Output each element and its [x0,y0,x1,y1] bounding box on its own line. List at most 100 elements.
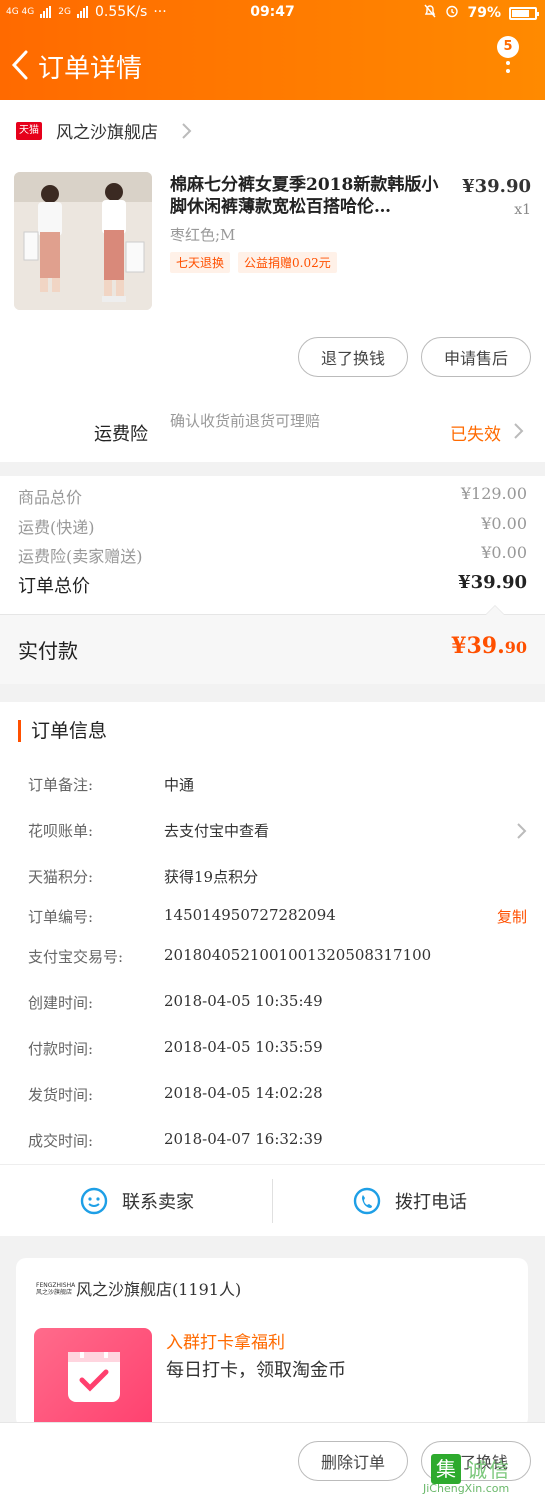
tag-seven-day-return: 七天退换 [170,252,231,273]
price-row: 运费险(卖家赠送) ¥0.00 [18,543,527,567]
price-row-label: 运费险(卖家赠送) [18,547,143,566]
info-key: 订单备注: [28,776,94,794]
more-dots-icon [506,61,510,77]
back-button[interactable] [8,48,36,84]
phone-icon [353,1187,381,1215]
watermark-logo: 集 [431,1454,461,1484]
shop-group-card[interactable]: FENGZHISHA 风之沙旗舰店 风之沙旗舰店(1191人) 入群打卡拿福利 … [16,1258,528,1438]
product-card: 棉麻七分裤女夏季2018新款韩版小脚休闲裤薄款宽松百搭哈伦… ¥39.90 x1… [0,160,545,400]
product-sku: 枣红色;M [170,226,236,244]
tag-charity: 公益捐赠0.02元 [238,252,337,273]
chat-face-icon [80,1187,108,1215]
info-value: 2018-04-05 14:02:28 [164,1084,323,1102]
contact-bar: 联系卖家 拨打电话 [0,1164,545,1236]
group-promo-desc: 每日打卡，领取淘金币 [166,1360,346,1381]
info-key: 发货时间: [28,1086,94,1104]
info-key: 天猫积分: [28,868,94,886]
chevron-right-icon [514,423,524,439]
contact-seller-label: 联系卖家 [122,1192,194,1213]
tmall-logo: 天猫 [16,122,42,140]
info-key: 成交时间: [28,1132,94,1150]
watermark-text: 诚信 [467,1458,511,1482]
order-info-section: 订单信息 订单备注: 中通 花呗账单: 去支付宝中查看 天猫积分: 获得19点积… [0,702,545,1164]
price-row: 运费(快递) ¥0.00 [18,514,527,538]
payment-amount-main: ¥39. [451,633,505,659]
payment-label: 实付款 [18,639,78,663]
contact-seller-button[interactable]: 联系卖家 [0,1165,272,1237]
group-promo-title: 入群打卡拿福利 [166,1333,285,1353]
insurance-status: 已失效 [450,425,501,445]
chevron-left-icon [11,50,28,80]
product-title[interactable]: 棉麻七分裤女夏季2018新款韩版小脚休闲裤薄款宽松百搭哈伦… [170,174,450,218]
actual-payment-row: 实付款 ¥39.90 [0,605,545,684]
price-row-value: ¥0.00 [481,543,527,562]
shipping-insurance-row[interactable]: 运费险 确认收货前退货可理赔 已失效 [0,400,545,462]
shop-row[interactable]: 天猫 风之沙旗舰店 [0,100,545,160]
info-row-paid: 付款时间: 2018-04-05 10:35:59 [28,1038,527,1068]
info-key: 花呗账单: [28,822,94,840]
calendar-check-icon [68,1348,120,1402]
info-row-huabei[interactable]: 花呗账单: 去支付宝中查看 [28,820,527,850]
bottom-action-bar: 删除订单 退了换钱 集 诚信 JiChengXin.com [0,1422,545,1500]
info-row-completed: 成交时间: 2018-04-07 16:32:39 [28,1130,527,1160]
info-row-alipay-trade: 支付宝交易号: 2018040521001001320508317100 [28,946,527,976]
product-tags: 七天退换 公益捐赠0.02元 [170,252,337,273]
delete-order-button[interactable]: 删除订单 [298,1441,408,1481]
chevron-right-icon [182,123,192,139]
price-row-value: ¥0.00 [481,514,527,533]
info-key: 支付宝交易号: [28,948,124,966]
insurance-label: 运费险 [94,424,148,445]
after-sales-button[interactable]: 申请售后 [421,337,531,377]
chevron-right-icon [517,823,527,839]
refund-button[interactable]: 退了换钱 [298,337,408,377]
info-value: 2018-04-07 16:32:39 [164,1130,323,1148]
info-row-shipped: 发货时间: 2018-04-05 14:02:28 [28,1084,527,1114]
mute-icon [423,4,437,22]
call-button[interactable]: 拨打电话 [273,1165,545,1237]
info-key: 订单编号: [28,908,94,926]
price-row-label: 运费(快递) [18,518,95,537]
group-section: FENGZHISHA 风之沙旗舰店 风之沙旗舰店(1191人) 入群打卡拿福利 … [0,1236,545,1438]
alarm-icon [445,4,459,22]
pointer-triangle [485,605,505,615]
product-quantity: x1 [514,202,531,218]
watermark-url: JiChengXin.com [423,1482,510,1495]
payment-amount-decimal: 90 [504,638,527,657]
message-badge: 5 [497,36,519,58]
shop-name[interactable]: 风之沙旗舰店 [56,118,158,143]
info-row-created: 创建时间: 2018-04-05 10:35:49 [28,992,527,1022]
info-value: 2018040521001001320508317100 [164,946,432,964]
shop-brand-logo: FENGZHISHA 风之沙旗舰店 [36,1282,76,1296]
order-total-label: 订单总价 [18,576,90,597]
info-row-order-number: 订单编号: 145014950727282094 复制 [28,906,527,936]
more-menu-button[interactable]: 5 [493,36,523,86]
price-row: 商品总价 ¥129.00 [18,484,527,508]
product-price: ¥39.90 [462,176,531,197]
order-total-row: 订单总价 ¥39.90 [18,572,527,598]
info-value: 中通 [164,776,195,794]
payment-amount: ¥39.90 [451,633,527,659]
price-row-value: ¥129.00 [460,484,527,503]
info-row-note: 订单备注: 中通 [28,774,527,804]
info-value[interactable]: 去支付宝中查看 [164,820,269,841]
group-name: 风之沙旗舰店(1191人) [76,1280,242,1299]
info-value: 获得19点积分 [164,868,259,886]
info-value: 145014950727282094 [164,906,336,924]
info-key: 付款时间: [28,1040,94,1058]
site-watermark: 集 诚信 JiChengXin.com [423,1446,539,1496]
copy-button[interactable]: 复制 [497,906,527,927]
battery-percent: 79% [467,5,501,21]
call-label: 拨打电话 [395,1192,467,1213]
status-bar: 4G 4G 2G 0.55K/s ··· 09:47 79% [0,0,545,26]
info-key: 创建时间: [28,994,94,1012]
info-value: 2018-04-05 10:35:59 [164,1038,323,1056]
battery-icon [509,6,539,20]
product-image[interactable] [14,172,152,310]
info-value: 2018-04-05 10:35:49 [164,992,323,1010]
insurance-description: 确认收货前退货可理赔 [170,412,321,430]
app-header: 4G 4G 2G 0.55K/s ··· 09:47 79% 订单详情 5 [0,0,545,100]
price-summary: 商品总价 ¥129.00 运费(快递) ¥0.00 运费险(卖家赠送) ¥0.0… [0,476,545,614]
order-total-value: ¥39.90 [458,572,527,593]
price-row-label: 商品总价 [18,488,83,507]
section-title: 订单信息 [18,720,107,742]
